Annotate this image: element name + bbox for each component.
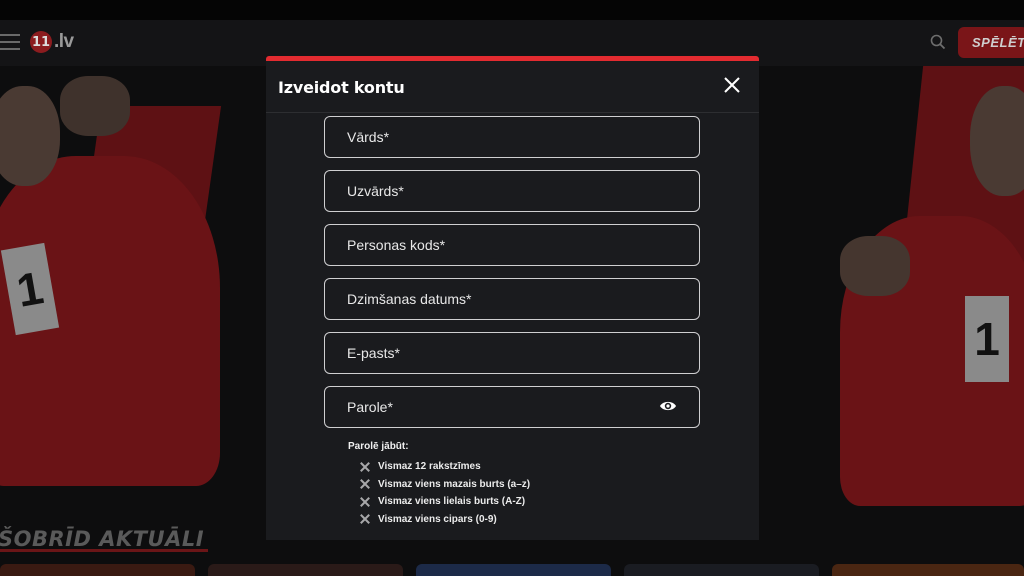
- section-title: ŠOBRĪD AKTUĀLI: [0, 527, 209, 552]
- site-logo[interactable]: 11 .lv: [30, 30, 74, 54]
- field-label: Vārds*: [347, 129, 390, 145]
- bib-number-right: 1: [965, 296, 1009, 382]
- x-mark-icon: [360, 514, 370, 524]
- search-icon[interactable]: [930, 34, 946, 50]
- rule-text: Vismaz viens lielais burts (A-Z): [378, 496, 526, 508]
- email-field[interactable]: E-pasts*: [324, 332, 700, 374]
- eye-icon[interactable]: [659, 399, 677, 413]
- rule-text: Vismaz viens cipars (0-9): [378, 513, 497, 525]
- birth-date-field[interactable]: Dzimšanas datums*: [324, 278, 700, 320]
- password-requirements-title: Parolē jābūt:: [348, 441, 409, 452]
- close-icon[interactable]: [721, 74, 743, 96]
- modal-title: Izveidot kontu: [278, 78, 405, 97]
- hero-image-right: 1: [820, 66, 1024, 506]
- field-label: Personas kods*: [347, 237, 446, 253]
- field-label: E-pasts*: [347, 345, 400, 361]
- x-mark-icon: [360, 479, 370, 489]
- rule-text: Vismaz viens mazais burts (a–z): [378, 478, 531, 490]
- password-rule: Vismaz viens cipars (0-9): [360, 511, 530, 529]
- logo-ball: 11: [30, 31, 52, 53]
- field-label: Dzimšanas datums*: [347, 291, 472, 307]
- top-strip: [0, 0, 1024, 20]
- promo-card[interactable]: [208, 564, 403, 576]
- password-field[interactable]: Parole*: [324, 386, 700, 428]
- personal-code-field[interactable]: Personas kods*: [324, 224, 700, 266]
- logo-text: .lv: [54, 31, 74, 52]
- x-mark-icon: [360, 497, 370, 507]
- password-rule: Vismaz viens mazais burts (a–z): [360, 476, 530, 494]
- play-button[interactable]: SPĒLĒT: [958, 27, 1024, 58]
- menu-icon[interactable]: [0, 34, 20, 50]
- modal-header: Izveidot kontu: [266, 61, 759, 113]
- field-label: Uzvārds*: [347, 183, 404, 199]
- promo-card[interactable]: [832, 564, 1024, 576]
- first-name-field[interactable]: Vārds*: [324, 116, 700, 158]
- promo-card[interactable]: [624, 564, 819, 576]
- password-rule: Vismaz 12 rakstzīmes: [360, 458, 530, 476]
- promo-card[interactable]: [0, 564, 195, 576]
- last-name-field[interactable]: Uzvārds*: [324, 170, 700, 212]
- rule-text: Vismaz 12 rakstzīmes: [378, 461, 481, 473]
- promo-card[interactable]: [416, 564, 611, 576]
- field-label: Parole*: [347, 399, 393, 415]
- create-account-modal: Izveidot kontu Vārds* Uzvārds* Personas …: [266, 56, 759, 540]
- password-rule: Vismaz viens lielais burts (A-Z): [360, 493, 530, 511]
- x-mark-icon: [360, 462, 370, 472]
- hero-image-left: 1: [0, 66, 240, 506]
- password-requirements: Parolē jābūt: Vismaz 12 rakstzīmes Visma…: [348, 441, 530, 528]
